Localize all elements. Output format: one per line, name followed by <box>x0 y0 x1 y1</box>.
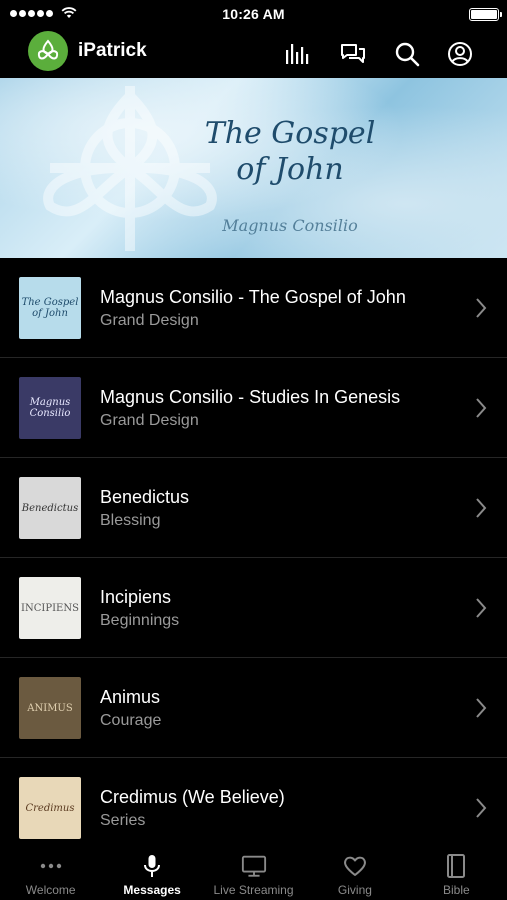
series-thumbnail: Benedictus <box>19 477 81 539</box>
top-nav: iPatrick <box>0 28 507 78</box>
wifi-icon <box>61 7 77 18</box>
item-subtitle: Series <box>100 812 146 829</box>
chevron-right-icon <box>476 498 487 518</box>
series-thumbnail: Magnus Consilio <box>19 377 81 439</box>
app-title: iPatrick <box>78 40 147 61</box>
tab-label: Live Streaming <box>213 883 294 897</box>
series-list: The Gospel of John Magnus Consilio - The… <box>0 258 507 858</box>
status-time: 10:26 AM <box>222 6 285 22</box>
book-icon <box>443 853 469 879</box>
banner-title-line2: of John <box>236 152 344 187</box>
battery-fill <box>471 10 497 19</box>
more-dots-icon <box>38 853 64 879</box>
list-item[interactable]: Magnus Consilio Magnus Consilio - Studie… <box>0 358 507 458</box>
list-item[interactable]: Benedictus Benedictus Blessing <box>0 458 507 558</box>
tab-live-streaming[interactable]: Live Streaming <box>203 846 304 900</box>
item-title: Incipiens <box>100 587 172 607</box>
tab-welcome[interactable]: Welcome <box>0 846 101 900</box>
tab-bar: Welcome Messages Live Streaming Giving B… <box>0 846 507 900</box>
tab-label: Welcome <box>25 883 76 897</box>
item-subtitle: Courage <box>100 712 162 729</box>
chat-bubbles-icon[interactable] <box>339 40 367 68</box>
celtic-knot-graphic <box>43 86 217 251</box>
series-thumbnail: Credimus <box>19 777 81 839</box>
series-thumbnail: The Gospel of John <box>19 277 81 339</box>
tab-label: Giving <box>337 883 372 897</box>
signal-wifi-group <box>10 7 77 19</box>
list-item[interactable]: The Gospel of John Magnus Consilio - The… <box>0 258 507 358</box>
app-logo[interactable] <box>28 31 68 71</box>
list-item[interactable]: Credimus Credimus (We Believe) Series <box>0 758 507 858</box>
tab-giving[interactable]: Giving <box>304 846 405 900</box>
item-subtitle: Grand Design <box>100 312 199 329</box>
series-thumbnail: ANIMUS <box>19 677 81 739</box>
banner-subtitle: Magnus Consilio <box>222 216 358 235</box>
tab-label: Messages <box>123 883 181 897</box>
chevron-right-icon <box>476 298 487 318</box>
item-subtitle: Blessing <box>100 512 161 529</box>
profile-icon[interactable] <box>446 40 474 68</box>
tab-messages[interactable]: Messages <box>101 846 202 900</box>
item-title: Credimus (We Believe) <box>100 787 285 807</box>
item-title: Magnus Consilio - The Gospel of John <box>100 287 406 307</box>
item-title: Benedictus <box>100 487 190 507</box>
tab-label: Bible <box>442 883 470 897</box>
chevron-right-icon <box>476 698 487 718</box>
item-title: Animus <box>100 687 161 707</box>
item-title: Magnus Consilio - Studies In Genesis <box>100 387 401 407</box>
item-subtitle: Beginnings <box>100 612 180 629</box>
battery-icon <box>469 8 502 21</box>
cellular-signal-icon <box>10 9 53 17</box>
list-item[interactable]: ANIMUS Animus Courage <box>0 658 507 758</box>
series-thumbnail: INCIPIENS <box>19 577 81 639</box>
chevron-right-icon <box>476 398 487 418</box>
banner-title: The Gospel of John <box>200 116 380 188</box>
search-icon[interactable] <box>393 40 421 68</box>
chevron-right-icon <box>476 598 487 618</box>
status-bar: 10:26 AM <box>0 0 507 28</box>
banner-title-line1: The Gospel <box>204 116 376 151</box>
item-subtitle: Grand Design <box>100 412 199 429</box>
tab-bible[interactable]: Bible <box>406 846 507 900</box>
chevron-right-icon <box>476 798 487 818</box>
microphone-icon <box>139 853 165 879</box>
triquetra-icon <box>37 39 59 60</box>
list-item[interactable]: INCIPIENS Incipiens Beginnings <box>0 558 507 658</box>
featured-banner[interactable]: The Gospel of John Magnus Consilio <box>0 78 507 258</box>
monitor-icon <box>241 853 267 879</box>
audio-bars-icon[interactable] <box>284 40 312 68</box>
heart-icon <box>342 853 368 879</box>
